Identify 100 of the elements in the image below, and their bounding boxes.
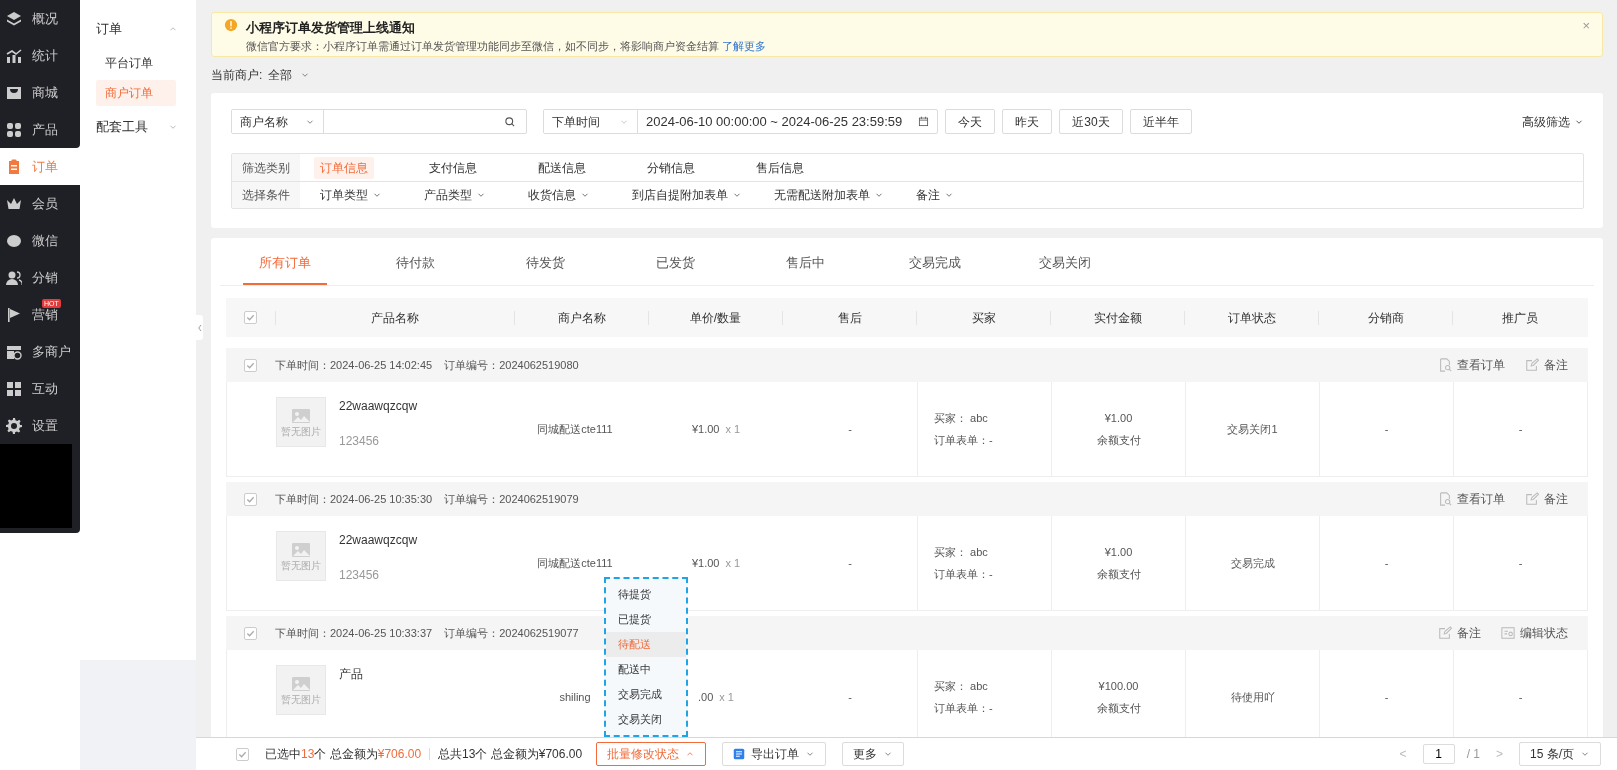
merchant-name: 同城配送cte111 [537, 421, 613, 437]
condition-dropdown[interactable]: 收货信息 [528, 186, 600, 204]
view-order-icon [1438, 492, 1452, 506]
filter-category[interactable]: 支付信息 [423, 156, 483, 179]
date-filter[interactable]: 下单时间 2024-06-10 00:00:00 ~ 2024-06-25 23:59:59 [543, 109, 939, 134]
warning-icon [224, 18, 238, 32]
filter-label: 选择条件 [232, 182, 300, 208]
date-range-button[interactable]: 今天 [945, 109, 996, 134]
submenu-group[interactable]: 配套工具 [80, 110, 196, 144]
checkbox[interactable] [244, 492, 257, 506]
nav-item[interactable]: 微信 [0, 222, 80, 259]
menu-item[interactable]: 交易完成 [606, 682, 687, 707]
product-code: 123456 [339, 433, 381, 450]
edit-icon [1525, 492, 1539, 506]
nav-item[interactable]: 多商户 [0, 333, 80, 370]
filter-category[interactable]: 配送信息 [532, 156, 592, 179]
order-action-link[interactable]: 查看订单 [1438, 356, 1505, 374]
tab[interactable]: 交易关闭 [1023, 243, 1107, 285]
nav-item[interactable]: 设置 [0, 407, 80, 444]
menu-item[interactable]: 交易关闭 [606, 707, 687, 732]
date-range-button[interactable]: 昨天 [1002, 109, 1053, 134]
product-name: 产品 [339, 666, 363, 683]
column-header: 产品名称 [275, 310, 514, 325]
merchant-label: 当前商户: [211, 67, 263, 84]
status-edit-icon [1501, 626, 1515, 640]
checkbox[interactable] [244, 358, 257, 372]
clipboard-icon [6, 158, 22, 175]
page-size-select[interactable]: 15 条/页 [1519, 742, 1601, 766]
merchant-name: shiling [559, 689, 591, 705]
condition-dropdown[interactable]: 无需配送附加表单 [774, 186, 884, 204]
product-name: 22waawqzcqw [339, 532, 418, 549]
nav-item[interactable]: 概况 [0, 0, 80, 37]
checkbox[interactable] [244, 626, 257, 640]
nav-item[interactable]: 统计 [0, 37, 80, 74]
search-icon [504, 116, 516, 128]
condition-dropdown[interactable]: 备注 [916, 186, 988, 204]
edit-icon [1525, 358, 1539, 372]
condition-dropdown[interactable]: 到店自提附加表单 [632, 186, 742, 204]
buyer-name: 买家： abc [934, 544, 988, 560]
search-field[interactable]: 商户名称 [231, 109, 527, 134]
nav-item[interactable]: 商城 [0, 74, 80, 111]
order-action-link[interactable]: 编辑状态 [1501, 624, 1568, 642]
distributor-value: - [1384, 689, 1389, 705]
buyer-name: 买家： abc [934, 678, 988, 694]
check-icon [238, 749, 247, 759]
image-icon [291, 407, 311, 425]
order-time: 下单时间：2024-06-25 10:35:30 [275, 491, 433, 507]
nav-item[interactable]: 分销 [0, 259, 80, 296]
product-code: 123456 [339, 567, 381, 584]
condition-dropdown[interactable]: 产品类型 [424, 186, 496, 204]
date-range-button[interactable]: 近30天 [1059, 109, 1123, 134]
column-header: 推广员 [1452, 310, 1586, 325]
page-input[interactable]: 1 [1422, 744, 1455, 764]
filter-category[interactable]: 售后信息 [750, 156, 810, 179]
menu-item[interactable]: 待提货 [606, 582, 687, 607]
submenu-group[interactable]: 订单 [80, 12, 196, 46]
paid-amount: ¥1.00 [1104, 410, 1133, 426]
collapse-handle[interactable] [196, 315, 203, 340]
tab[interactable]: 待发货 [509, 243, 581, 285]
merchant-select[interactable]: 全部 [268, 66, 311, 84]
condition-dropdown[interactable]: 订单类型 [320, 186, 392, 204]
tab[interactable]: 售后中 [769, 243, 841, 285]
paid-amount: ¥1.00 [1104, 544, 1133, 560]
blocks-icon [6, 380, 22, 397]
learn-more-link[interactable]: 了解更多 [722, 39, 767, 52]
order-status: 交易关闭1 [1227, 421, 1278, 437]
nav-item[interactable]: 互动 [0, 370, 80, 407]
order-action-link[interactable]: 备注 [1525, 490, 1568, 508]
order-form: 订单表单：- [934, 433, 993, 448]
order-status: 待使用吖 [1230, 689, 1275, 705]
selection-summary: 已选中13个 总金额为¥706.00 [265, 746, 422, 763]
view-order-icon [1438, 358, 1452, 372]
check-icon [246, 313, 255, 322]
payment-method: 余额支付 [1096, 433, 1141, 448]
date-range-button[interactable]: 近半年 [1129, 109, 1192, 134]
notice-title: 小程序订单发货管理上线通知 [246, 19, 416, 37]
menu-item[interactable]: 配送中 [606, 657, 687, 682]
order-action-link[interactable]: 备注 [1525, 356, 1568, 374]
nav-item[interactable]: 产品 [0, 111, 80, 148]
document-icon [733, 748, 746, 760]
order-action-link[interactable]: 备注 [1438, 624, 1481, 642]
filter-category[interactable]: 分销信息 [641, 156, 701, 179]
shop-icon [6, 84, 22, 101]
nav-item[interactable]: 会员 [0, 185, 80, 222]
menu-item[interactable]: 已提货 [606, 607, 687, 632]
order-number: 订单编号：2024062519080 [444, 357, 579, 373]
tab[interactable]: 待付款 [379, 243, 451, 285]
tab[interactable]: 已发货 [639, 243, 711, 285]
placeholder-text: 暂无图片 [281, 427, 321, 437]
checkbox[interactable] [236, 747, 249, 761]
order-action-link[interactable]: 查看订单 [1438, 490, 1505, 508]
after-sale-value: - [848, 555, 852, 571]
check-icon [246, 494, 255, 504]
checkbox[interactable] [244, 311, 257, 324]
more-button[interactable]: 更多 [842, 742, 905, 766]
tab[interactable]: 交易完成 [893, 243, 977, 285]
advanced-filter-toggle[interactable]: 高级筛选 [1522, 112, 1584, 131]
after-sale-value: - [848, 689, 852, 705]
export-button[interactable]: 导出订单 [722, 742, 827, 766]
submenu-item[interactable]: 平台订单 [96, 50, 176, 76]
